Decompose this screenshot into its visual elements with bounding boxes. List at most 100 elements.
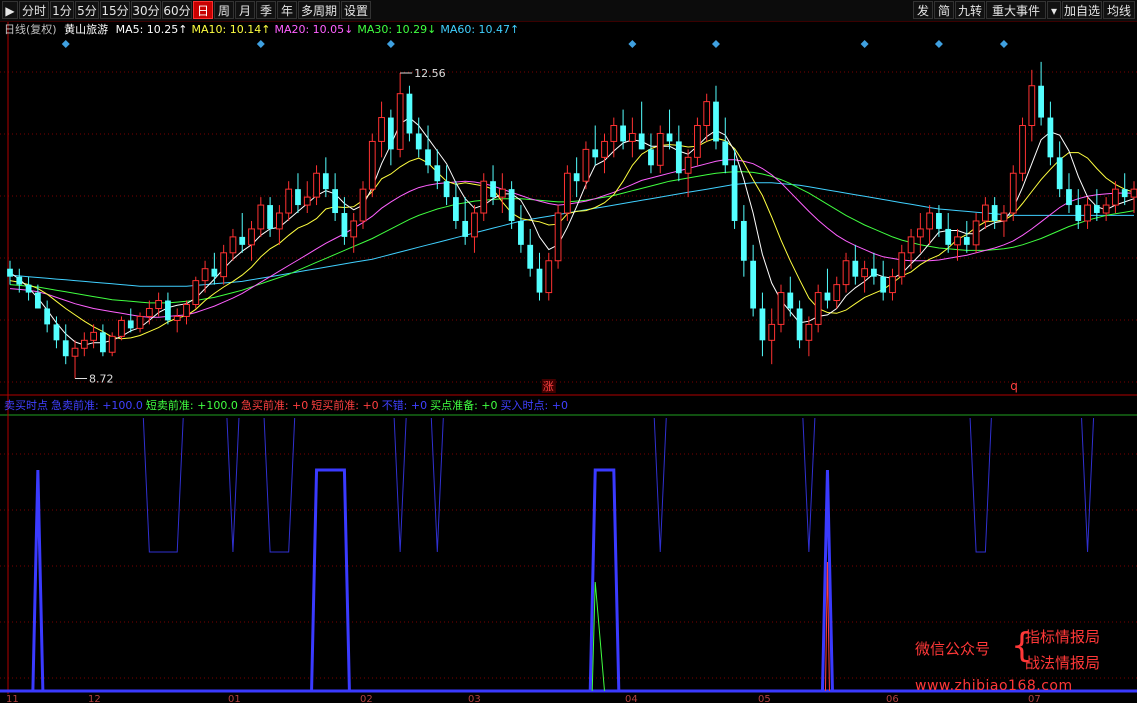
candle-body xyxy=(750,260,757,309)
toolbar-btn-4[interactable]: 15分 xyxy=(100,1,130,19)
candle-body xyxy=(341,213,348,237)
low-label: 8.72 xyxy=(89,372,114,385)
candle-body xyxy=(954,236,961,246)
candle-body xyxy=(805,323,813,341)
candle-body xyxy=(1130,188,1137,198)
candle-body xyxy=(508,189,515,221)
candle-body xyxy=(694,125,701,158)
toolbar-right-btn-1[interactable]: 简 xyxy=(934,1,954,19)
candle-body xyxy=(620,125,626,142)
candle-body xyxy=(396,93,404,150)
candle-body xyxy=(1028,85,1036,127)
indicator-info-bar: 卖买时点 急卖前准: +100.0 短卖前准: +100.0 急买前准: +0 短买前准… xyxy=(4,398,571,414)
toolbar-btn-2[interactable]: 1分 xyxy=(50,1,74,19)
signal-diamond xyxy=(860,40,869,48)
candle-body xyxy=(257,204,265,230)
candle-body xyxy=(666,133,673,142)
candle-body xyxy=(406,93,413,134)
candle-body xyxy=(155,300,163,309)
candle-body xyxy=(684,156,692,174)
candle-body xyxy=(313,172,320,198)
toolbar-btn-13[interactable]: 设置 xyxy=(341,1,371,19)
watermark-line2: 战法情报局 xyxy=(1025,654,1101,672)
toolbar-right-btn-3[interactable]: 重大事件 xyxy=(986,1,1046,19)
indicator-spike xyxy=(31,469,45,692)
candle-body xyxy=(100,332,106,353)
toolbar-btn-12[interactable]: 多周期 xyxy=(298,1,340,19)
candle-body xyxy=(1047,117,1054,158)
candle-body xyxy=(880,276,887,293)
candle-body xyxy=(518,220,524,245)
toolbar-right-btn-2[interactable]: 九转 xyxy=(955,1,985,19)
candle-body xyxy=(248,228,255,246)
candle-body xyxy=(359,188,367,222)
candle-body xyxy=(425,149,431,166)
candle-body xyxy=(601,140,608,158)
candle-body xyxy=(1066,189,1072,206)
candle-body xyxy=(638,133,645,150)
candle-body xyxy=(490,181,496,198)
toolbar-right-btn-4[interactable]: ▾ xyxy=(1047,1,1061,19)
candle-body xyxy=(824,292,831,301)
candle-body xyxy=(536,268,543,293)
candle-body xyxy=(675,141,682,174)
candle-body xyxy=(842,260,850,286)
signal-diamond xyxy=(61,40,70,48)
toolbar-btn-8[interactable]: 周 xyxy=(214,1,234,19)
candle-body xyxy=(1019,125,1026,174)
toolbar-btn-11[interactable]: 年 xyxy=(277,1,297,19)
candle-body xyxy=(759,308,766,341)
candle-body xyxy=(498,188,506,198)
candle-body xyxy=(592,149,599,158)
ma-info-bar: 日线(复权) 黄山旅游 MA5: 10.25↑ MA10: 10.14↑ MA20:… xyxy=(4,22,527,38)
toolbar-btn-5[interactable]: 30分 xyxy=(131,1,161,19)
candle-body xyxy=(898,252,906,278)
candle-body xyxy=(656,132,664,166)
candle-body xyxy=(1112,188,1119,206)
candle-body xyxy=(871,268,877,277)
candle-body xyxy=(90,331,97,341)
high-label: 12.56 xyxy=(414,67,446,80)
toolbar-btn-6[interactable]: 60分 xyxy=(162,1,192,19)
indicator-label-7: 买入时点: +0 xyxy=(500,399,568,412)
candle-body xyxy=(648,149,654,166)
candle-body xyxy=(1000,212,1008,222)
candle-body xyxy=(1009,172,1017,214)
toolbar-btn-9[interactable]: 月 xyxy=(235,1,255,19)
toolbar-right-btn-0[interactable]: 发 xyxy=(913,1,933,19)
toolbar-btn-0[interactable]: ▶ xyxy=(2,1,18,19)
x-axis-label: 04 xyxy=(625,694,638,703)
candle-body xyxy=(768,323,776,341)
candle-body xyxy=(211,268,218,277)
ma-label-0: MA5: 10.25↑ xyxy=(115,23,188,36)
candle-body xyxy=(71,347,79,357)
indicator-dip xyxy=(263,417,296,553)
candle-body xyxy=(814,292,822,325)
toolbar-btn-7[interactable]: 日 xyxy=(193,1,213,19)
candle-body xyxy=(573,173,580,182)
x-axis-label: 12 xyxy=(88,694,101,703)
candle-body xyxy=(53,324,60,341)
toolbar-btn-1[interactable]: 分时 xyxy=(19,1,49,19)
indicator-label-4: 短买前准: +0 xyxy=(311,399,379,412)
ma-label-1: MA10: 10.14↑ xyxy=(191,23,271,36)
candle-body xyxy=(1056,157,1063,190)
candle-body xyxy=(852,260,859,277)
toolbar-right-btn-5[interactable]: 加自选 xyxy=(1062,1,1102,19)
signal-diamond xyxy=(628,40,637,48)
toolbar-btn-3[interactable]: 5分 xyxy=(75,1,99,19)
toolbar-btn-10[interactable]: 季 xyxy=(256,1,276,19)
candle-body xyxy=(610,125,618,142)
candle-body xyxy=(62,340,69,357)
candle-body xyxy=(145,307,153,317)
candle-body xyxy=(936,213,942,229)
q-label: q xyxy=(1010,379,1018,393)
candle-body xyxy=(1093,205,1100,214)
candle-body xyxy=(350,220,358,238)
signal-diamond xyxy=(256,40,265,48)
toolbar-right-btn-6[interactable]: 均线 xyxy=(1103,1,1135,19)
candle-body xyxy=(127,320,134,329)
candle-body xyxy=(332,189,339,214)
candle-body xyxy=(1121,189,1128,198)
candle-body xyxy=(1075,205,1082,221)
